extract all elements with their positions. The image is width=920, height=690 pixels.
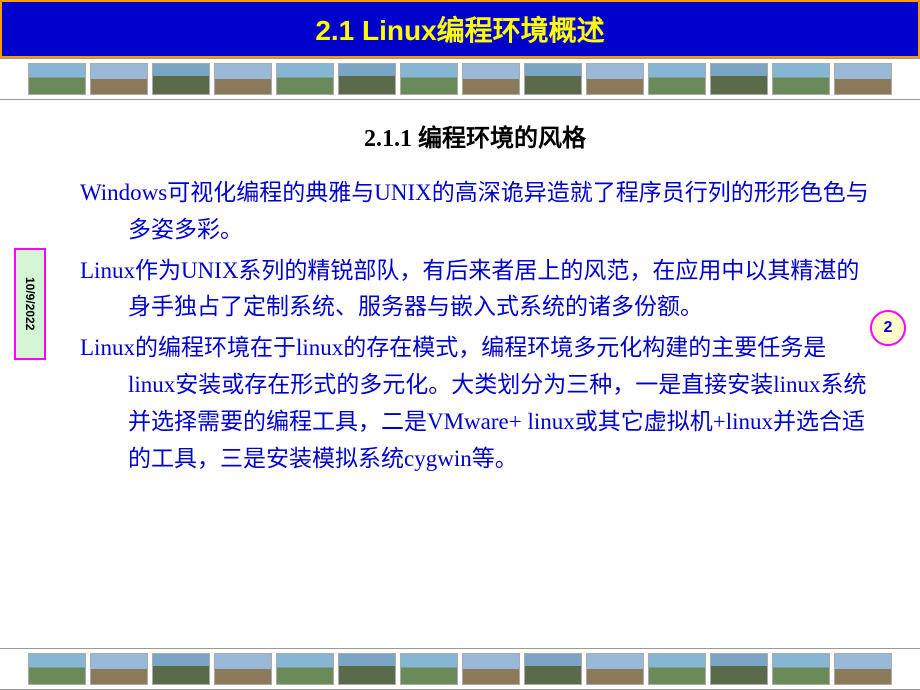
thumbnail <box>524 63 582 95</box>
thumbnail <box>648 653 706 685</box>
thumbnail <box>276 653 334 685</box>
section-subtitle: 2.1.1 编程环境的风格 <box>80 118 870 153</box>
page-number-text: 2 <box>884 319 893 337</box>
body-text: Windows可视化编程的典雅与UNIX的高深诡异造就了程序员行列的形形色色与多… <box>80 175 870 477</box>
thumbnail <box>28 653 86 685</box>
thumbnail <box>710 653 768 685</box>
thumbnail <box>524 653 582 685</box>
thumbnail <box>462 653 520 685</box>
page-number-badge: 2 <box>870 310 906 346</box>
date-text: 10/9/2022 <box>23 277 37 330</box>
thumbnail <box>462 63 520 95</box>
thumbnail <box>214 63 272 95</box>
thumbnail <box>834 63 892 95</box>
thumbnail <box>772 653 830 685</box>
date-sidebar: 10/9/2022 <box>14 248 46 360</box>
top-image-strip <box>0 58 920 100</box>
thumbnail <box>400 63 458 95</box>
thumbnail <box>338 653 396 685</box>
thumbnail <box>214 653 272 685</box>
paragraph: Linux作为UNIX系列的精锐部队，有后来者居上的风范，在应用中以其精湛的身手… <box>80 253 870 327</box>
thumbnail <box>586 63 644 95</box>
thumbnail <box>338 63 396 95</box>
thumbnail <box>834 653 892 685</box>
thumbnail <box>152 653 210 685</box>
slide-title: 2.1 Linux编程环境概述 <box>315 9 604 49</box>
thumbnail <box>648 63 706 95</box>
paragraph: Windows可视化编程的典雅与UNIX的高深诡异造就了程序员行列的形形色色与多… <box>80 175 870 249</box>
paragraph: Linux的编程环境在于linux的存在模式，编程环境多元化构建的主要任务是li… <box>80 330 870 477</box>
thumbnail <box>710 63 768 95</box>
thumbnail <box>28 63 86 95</box>
thumbnail <box>90 63 148 95</box>
content-area: 2.1.1 编程环境的风格 Windows可视化编程的典雅与UNIX的高深诡异造… <box>0 100 920 491</box>
thumbnail <box>400 653 458 685</box>
thumbnail <box>586 653 644 685</box>
thumbnail <box>772 63 830 95</box>
slide-header: 2.1 Linux编程环境概述 <box>0 0 920 58</box>
thumbnail <box>276 63 334 95</box>
thumbnail <box>90 653 148 685</box>
thumbnail <box>152 63 210 95</box>
bottom-image-strip <box>0 648 920 690</box>
